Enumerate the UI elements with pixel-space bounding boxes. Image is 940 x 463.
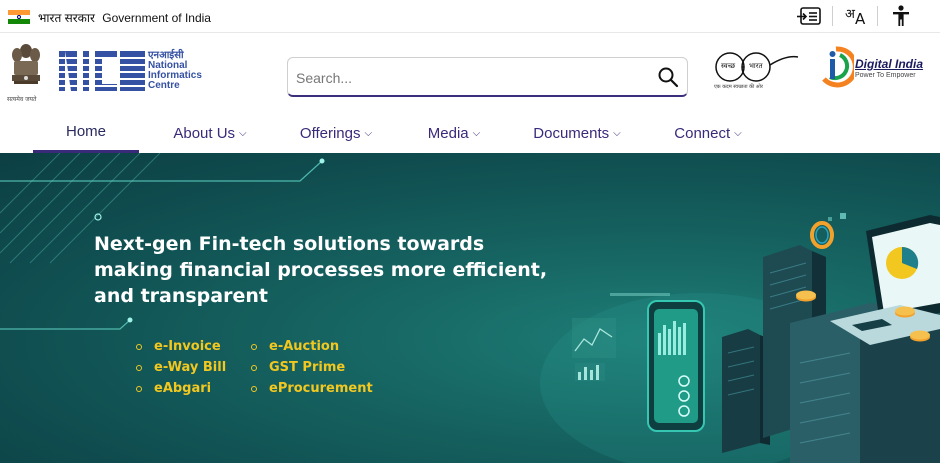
hero-links-column-1: e-Invoice e-Way Bill eAbgari xyxy=(136,336,226,399)
gov-label-english: Government of India xyxy=(102,11,211,25)
digital-india-title: Digital India xyxy=(855,57,924,71)
nav-item-about-us[interactable]: About Us ⌵ xyxy=(165,113,255,153)
hero-banner: Next-gen Fin-tech solutions towards maki… xyxy=(0,153,940,463)
emblem-caption: सत्यमेव जयते xyxy=(7,96,37,103)
nav-item-documents[interactable]: Documents ⌵ xyxy=(527,113,627,153)
chevron-down-icon: ⌵ xyxy=(364,127,373,139)
hero-links-column-2: e-Auction GST Prime eProcurement xyxy=(251,336,373,399)
nav-item-offerings[interactable]: Offerings ⌵ xyxy=(292,113,380,153)
language-label-english: A xyxy=(855,10,866,28)
skip-to-content-button[interactable] xyxy=(794,3,824,29)
hero-link-eabgari[interactable]: eAbgari xyxy=(136,378,226,399)
nav-item-label: Documents xyxy=(533,124,610,142)
gov-label: भारत सरकार Government of India xyxy=(38,9,211,26)
nav-item-label: Connect xyxy=(674,124,731,142)
nav-item-label: About Us xyxy=(173,124,236,142)
nic-wordmark: एनआईसी National Informatics Centre xyxy=(148,50,202,91)
hero-link-label: e-Auction xyxy=(269,339,340,354)
utility-divider xyxy=(832,6,833,26)
nic-line-3: Centre xyxy=(148,80,180,91)
nav-item-label: Media xyxy=(427,124,469,142)
chevron-down-icon: ⌵ xyxy=(613,127,621,139)
swachh-bharat-logo[interactable]: स्वच्छ भारत एक कदम स्वच्छता की ओर xyxy=(712,47,802,93)
search-box xyxy=(287,57,688,97)
hero-title: Next-gen Fin-tech solutions towards maki… xyxy=(94,231,594,309)
nic-logo[interactable] xyxy=(57,49,147,93)
hero-link-label: GST Prime xyxy=(269,360,346,375)
hero-title-line-3: and transparent xyxy=(94,285,268,307)
hero-link-eprocurement[interactable]: eProcurement xyxy=(251,378,373,399)
bullet-icon xyxy=(251,364,257,371)
nav-item-label: Home xyxy=(65,123,106,140)
hero-link-e-auction[interactable]: e-Auction xyxy=(251,336,373,357)
accessibility-button[interactable] xyxy=(886,3,916,29)
gov-strip: भारत सरकार Government of India अ A xyxy=(0,0,940,33)
search-button[interactable] xyxy=(657,66,679,88)
bullet-icon xyxy=(136,364,142,371)
main-nav: Home About Us ⌵ Offerings ⌵ Media ⌵ Docu… xyxy=(0,113,940,153)
hero-title-line-2: making financial processes more efficien… xyxy=(94,259,548,281)
gov-label-hindi: भारत सरकार xyxy=(38,11,95,25)
site-header: सत्यमेव जयते एनआईसी National Informatics… xyxy=(0,33,940,113)
nav-item-label: Offerings xyxy=(299,124,361,142)
swachh-word-1: स्वच्छ xyxy=(721,62,736,70)
digital-india-mark-icon xyxy=(822,46,854,88)
hero-link-label: e-Invoice xyxy=(154,339,221,354)
swachh-word-2: भारत xyxy=(749,62,763,70)
hero-link-gst-prime[interactable]: GST Prime xyxy=(251,357,373,378)
bullet-icon xyxy=(251,343,257,350)
india-flag-icon xyxy=(8,10,30,24)
bullet-icon xyxy=(136,385,142,392)
hero-link-label: e-Way Bill xyxy=(154,360,227,375)
search-input[interactable] xyxy=(296,67,636,89)
hero-title-line-1: Next-gen Fin-tech solutions towards xyxy=(94,233,485,255)
language-button[interactable]: अ A xyxy=(840,3,870,29)
national-emblem-logo[interactable] xyxy=(8,41,44,101)
hero-link-label: eAbgari xyxy=(154,381,212,396)
utility-divider xyxy=(877,6,878,26)
chevron-down-icon: ⌵ xyxy=(734,127,742,139)
nav-item-media[interactable]: Media ⌵ xyxy=(420,113,488,153)
swachh-tagline: एक कदम स्वच्छता की ओर xyxy=(714,84,763,90)
language-label-hindi: अ xyxy=(845,7,855,22)
hero-link-e-way-bill[interactable]: e-Way Bill xyxy=(136,357,226,378)
search-icon xyxy=(658,67,679,88)
bullet-icon xyxy=(136,343,142,350)
hero-link-label: eProcurement xyxy=(269,381,373,396)
chevron-down-icon: ⌵ xyxy=(239,127,247,139)
digital-india-tagline: Power To Empower xyxy=(855,72,916,79)
digital-india-logo[interactable]: Digital India Power To Empower xyxy=(820,45,932,91)
nav-item-home[interactable]: Home xyxy=(33,113,139,153)
hero-link-e-invoice[interactable]: e-Invoice xyxy=(136,336,226,357)
accessibility-icon xyxy=(893,5,909,26)
nav-item-connect[interactable]: Connect ⌵ xyxy=(668,113,748,153)
chevron-down-icon: ⌵ xyxy=(472,127,481,139)
bullet-icon xyxy=(251,385,257,392)
language-icon: अ A xyxy=(842,4,868,28)
skip-to-content-icon xyxy=(797,7,821,25)
